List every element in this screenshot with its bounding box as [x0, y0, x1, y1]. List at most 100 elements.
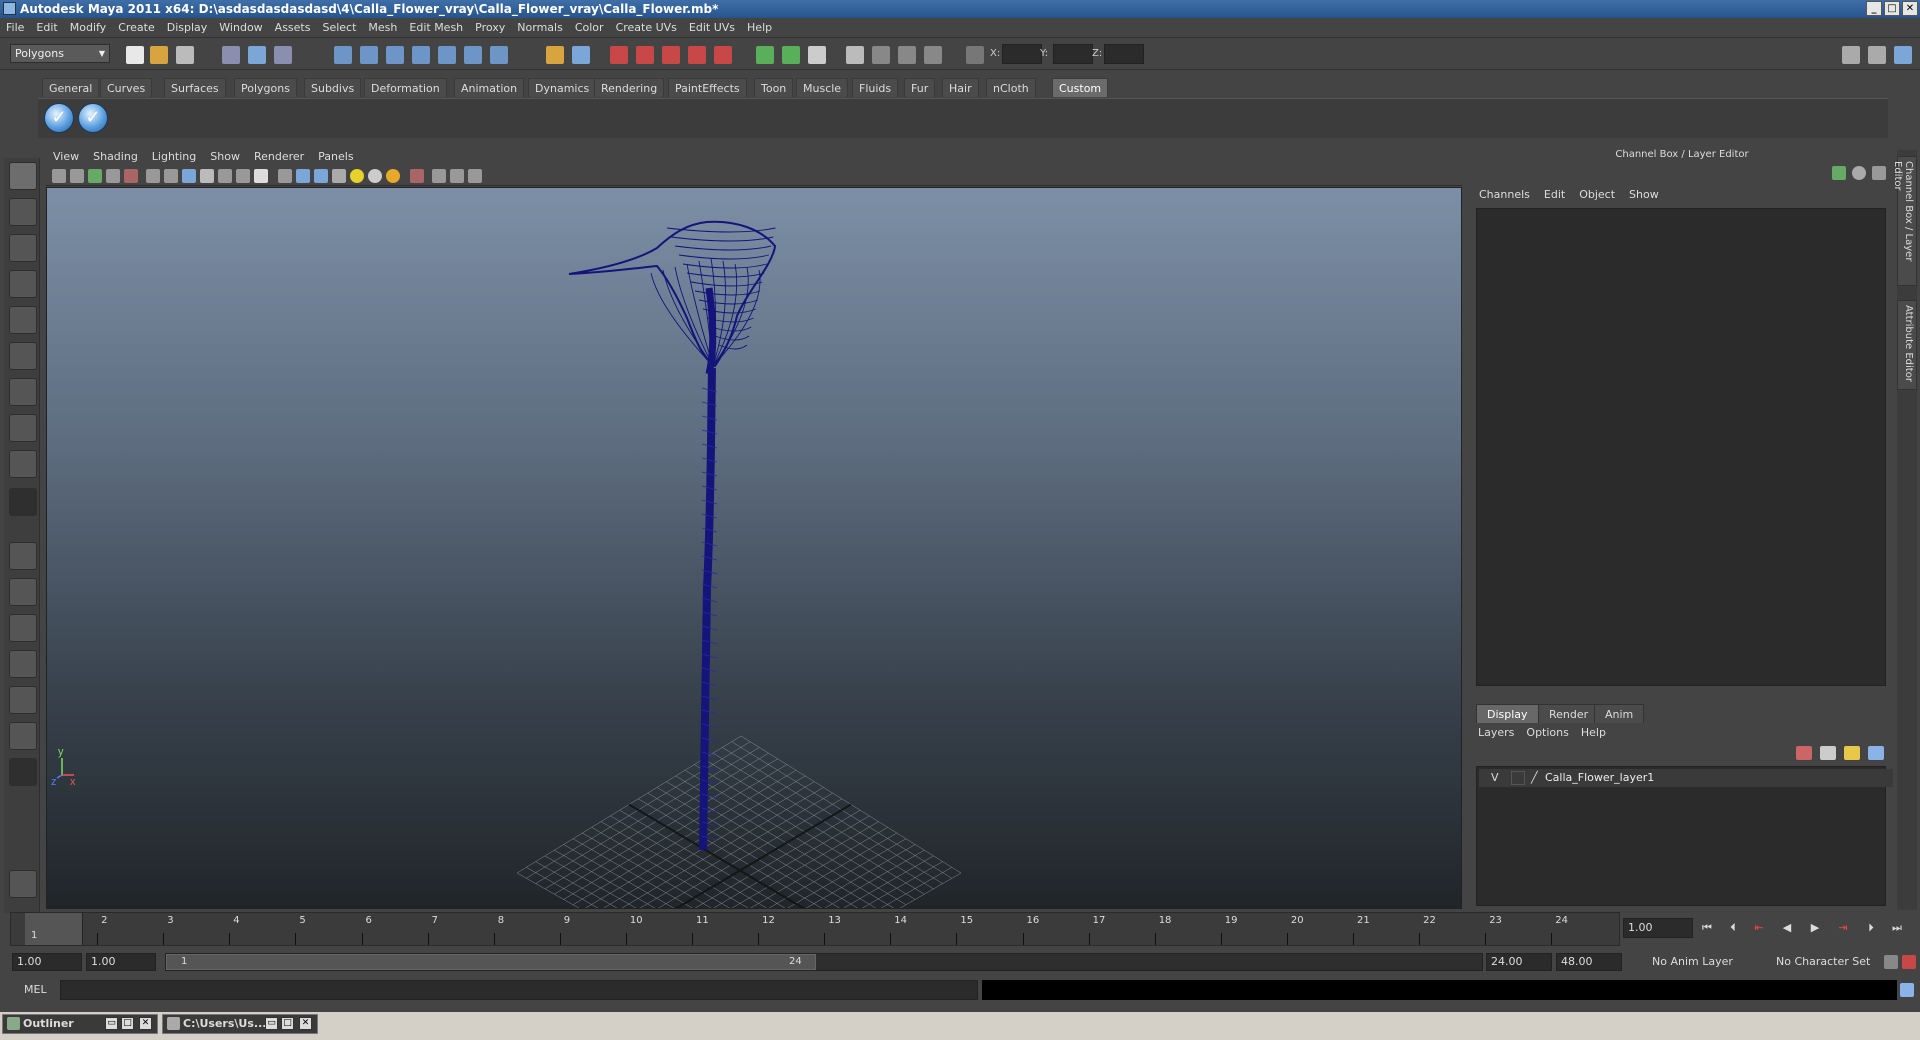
menu-mesh[interactable]: Mesh: [362, 18, 403, 38]
magnet-curve-icon[interactable]: [662, 46, 680, 64]
persp-graph-layout-icon[interactable]: [9, 650, 37, 678]
resolution-gate-icon[interactable]: [182, 169, 196, 183]
camera-attributes-icon[interactable]: [70, 169, 84, 183]
show-tool-settings-icon[interactable]: [1868, 46, 1886, 64]
shelf-tab-ncloth[interactable]: nCloth: [986, 78, 1036, 97]
menu-window[interactable]: Window: [213, 18, 268, 38]
z-field[interactable]: [1104, 44, 1144, 64]
shelf-tab-curves[interactable]: Curves: [100, 78, 153, 97]
snap-grid-icon[interactable]: [334, 46, 352, 64]
menu-select[interactable]: Select: [316, 18, 362, 38]
shelf-tab-surfaces[interactable]: Surfaces: [164, 78, 226, 97]
persp-outliner-layout-icon[interactable]: [9, 614, 37, 642]
snap-help-icon[interactable]: [490, 46, 508, 64]
start-time-field[interactable]: 1.00: [12, 953, 82, 971]
image-plane-icon[interactable]: [106, 169, 120, 183]
channel-box-layer-icon[interactable]: [1852, 166, 1866, 180]
render-view-icon[interactable]: [898, 46, 916, 64]
wireframe-on-shaded-icon[interactable]: [314, 169, 328, 183]
step-forward-frame-button[interactable]: ⇥: [1832, 920, 1854, 936]
all-lights-icon[interactable]: [368, 169, 382, 183]
output-ops-icon[interactable]: [572, 46, 590, 64]
layer-menu-help[interactable]: Help: [1575, 724, 1612, 742]
viewport-menu-panels[interactable]: Panels: [311, 148, 360, 166]
command-input[interactable]: [60, 980, 978, 1000]
perspective-viewport[interactable]: y x z: [46, 187, 1462, 909]
step-back-frame-button[interactable]: ⇤: [1748, 920, 1770, 936]
persp-hypershade-layout-icon[interactable]: [9, 686, 37, 714]
custom-layout-icon[interactable]: [9, 758, 37, 786]
shelf-tab-fluids[interactable]: Fluids: [852, 78, 899, 97]
close-window-button[interactable]: ✕: [1902, 1, 1918, 16]
shelf-tab-toon[interactable]: Toon: [754, 78, 794, 97]
four-view-layout-icon[interactable]: [9, 578, 37, 606]
open-scene-icon[interactable]: [150, 46, 168, 64]
maximize-button[interactable]: □: [1884, 1, 1900, 16]
viewport-menu-view[interactable]: View: [46, 148, 86, 166]
shelf-tab-fur[interactable]: Fur: [904, 78, 936, 97]
shelf-tab-deformation[interactable]: Deformation: [364, 78, 447, 97]
channel-box-pin-icon[interactable]: [1872, 166, 1886, 180]
play-forwards-button[interactable]: ▶: [1804, 920, 1826, 936]
outliner-window[interactable]: Outliner ▭ □ ✕: [2, 1014, 158, 1034]
auto-key-icon[interactable]: [1884, 955, 1898, 969]
menu-help[interactable]: Help: [741, 18, 778, 38]
side-tab-attribute-editor[interactable]: Attribute Editor: [1897, 300, 1917, 390]
shelf-tab-animation[interactable]: Animation: [454, 78, 525, 97]
persp-graph-outliner-layout-icon[interactable]: [9, 722, 37, 750]
explorer-window[interactable]: C:\Users\Us... ▭ □ ✕: [162, 1014, 318, 1034]
menu-assets[interactable]: Assets: [269, 18, 317, 38]
maximize-icon[interactable]: □: [121, 1017, 134, 1030]
single-perspective-layout-icon[interactable]: [9, 542, 37, 570]
show-attribute-editor-icon[interactable]: [1842, 46, 1860, 64]
side-tab-channel-box[interactable]: Channel Box / Layer Editor: [1892, 156, 1917, 286]
minimize-button[interactable]: _: [1866, 1, 1882, 16]
rotate-tool-icon[interactable]: [9, 306, 37, 334]
film-gate-icon[interactable]: [164, 169, 178, 183]
smooth-shade-icon[interactable]: [296, 169, 310, 183]
current-frame-field[interactable]: 1.00: [1623, 918, 1693, 938]
shelf-tab-general[interactable]: General: [42, 78, 100, 97]
grid-toggle-icon[interactable]: [146, 169, 160, 183]
animation-prefs-icon[interactable]: [1902, 955, 1916, 969]
isolate-select-icon[interactable]: [410, 169, 424, 183]
show-render-icon[interactable]: [924, 46, 942, 64]
snap-surface-icon[interactable]: [464, 46, 482, 64]
anim-layer-dropdown[interactable]: No Anim Layer: [1648, 953, 1758, 971]
batch-render-icon[interactable]: [872, 46, 890, 64]
play-backwards-button[interactable]: ◀: [1776, 920, 1798, 936]
viewport-menu-show[interactable]: Show: [203, 148, 247, 166]
playback-start-field[interactable]: 1.00: [86, 953, 156, 971]
checkmark-shelf-button-1[interactable]: ✓: [44, 103, 74, 133]
y-field[interactable]: [1053, 44, 1093, 64]
input-ops-icon[interactable]: [546, 46, 564, 64]
wireframe-shading-icon[interactable]: [278, 169, 292, 183]
select-component-icon[interactable]: [274, 46, 292, 64]
viewport-menu-renderer[interactable]: Renderer: [247, 148, 311, 166]
channel-box-tool-icon[interactable]: [1832, 166, 1846, 180]
select-tool-icon[interactable]: [9, 162, 37, 190]
layer-template-toggle[interactable]: [1511, 771, 1525, 785]
range-slider[interactable]: 1 24: [165, 953, 1483, 971]
channel-box-menu-show[interactable]: Show: [1622, 186, 1666, 204]
channel-box-menu-channels[interactable]: Channels: [1472, 186, 1537, 204]
script-editor-icon[interactable]: [1900, 983, 1914, 997]
default-lighting-icon[interactable]: [350, 169, 364, 183]
shelf-tab-hair[interactable]: Hair: [942, 78, 979, 97]
shelf-tab-muscle[interactable]: Muscle: [796, 78, 849, 97]
checkmark-shelf-button-2[interactable]: ✓: [78, 103, 108, 133]
menu-proxy[interactable]: Proxy: [469, 18, 511, 38]
channel-box-menu-object[interactable]: Object: [1572, 186, 1622, 204]
xray-joints-icon[interactable]: [450, 169, 464, 183]
menu-normals[interactable]: Normals: [511, 18, 569, 38]
snap-view-plane-icon[interactable]: [412, 46, 430, 64]
shelf-tab-subdivs[interactable]: Subdivs: [304, 78, 362, 97]
close-icon[interactable]: ✕: [299, 1017, 312, 1030]
move-tool-icon[interactable]: [9, 270, 37, 298]
layer-row[interactable]: V ╱ Calla_Flower_layer1: [1479, 769, 1893, 787]
render-frame-icon[interactable]: [756, 46, 774, 64]
menu-create[interactable]: Create: [112, 18, 161, 38]
move-layer-down-icon[interactable]: [1820, 746, 1836, 760]
step-back-key-button[interactable]: ⏴: [1722, 920, 1744, 936]
textured-icon[interactable]: [332, 169, 346, 183]
